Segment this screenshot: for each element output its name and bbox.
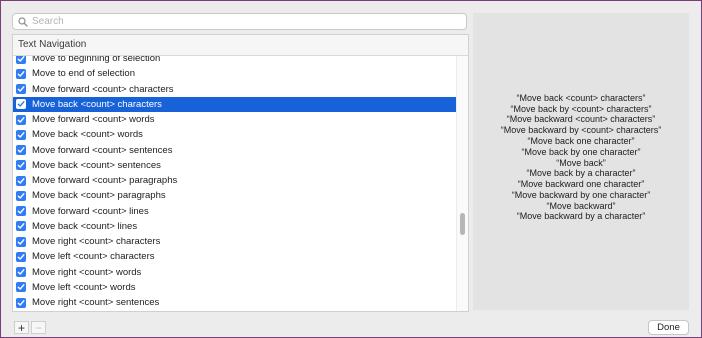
checkmark-icon bbox=[17, 70, 25, 77]
checkmark-icon bbox=[17, 269, 25, 275]
checkmark-icon bbox=[17, 131, 25, 138]
remove-command-button[interactable]: − bbox=[31, 321, 46, 334]
checkmark-icon bbox=[17, 299, 25, 306]
phrase-line: “Move back one character” bbox=[527, 135, 635, 146]
search-icon bbox=[16, 15, 30, 29]
checkmark-icon bbox=[17, 208, 25, 214]
checkmark-icon bbox=[17, 177, 25, 184]
command-checkbox[interactable] bbox=[16, 206, 26, 217]
command-row[interactable]: Move right <count> sentences bbox=[13, 295, 457, 310]
command-checkbox[interactable] bbox=[16, 267, 26, 278]
phrase-line: “Move back <count> characters” bbox=[516, 92, 646, 103]
list-scrollbar-thumb[interactable] bbox=[460, 213, 465, 235]
phrase-line: “Move back by a character” bbox=[526, 168, 636, 179]
command-label: Move to end of selection bbox=[32, 68, 135, 80]
command-checkbox[interactable] bbox=[16, 129, 26, 140]
command-row[interactable]: Move forward <count> words bbox=[13, 112, 457, 127]
command-row[interactable]: Move forward <count> paragraphs bbox=[13, 173, 457, 188]
command-row[interactable]: Move back <count> sentences bbox=[13, 158, 457, 173]
checkmark-icon bbox=[17, 162, 25, 169]
command-checkbox[interactable] bbox=[16, 175, 26, 186]
command-row[interactable]: Move right <count> words bbox=[13, 265, 457, 280]
command-checkbox[interactable] bbox=[16, 56, 26, 64]
command-checkbox[interactable] bbox=[16, 114, 26, 125]
command-label: Move right <count> words bbox=[32, 266, 142, 278]
search-input[interactable] bbox=[30, 14, 452, 29]
command-checkbox[interactable] bbox=[16, 160, 26, 171]
command-label: Move forward <count> characters bbox=[32, 83, 174, 95]
command-checkbox[interactable] bbox=[16, 297, 26, 308]
phrase-line: “Move back” bbox=[556, 157, 606, 168]
command-label: Move forward <count> sentences bbox=[32, 144, 173, 156]
checkmark-icon bbox=[17, 116, 25, 123]
command-label: Move right <count> sentences bbox=[32, 297, 160, 309]
command-row[interactable]: Move right <count> characters bbox=[13, 234, 457, 249]
command-row[interactable]: Move back <count> words bbox=[13, 127, 457, 142]
command-checkbox[interactable] bbox=[16, 221, 26, 232]
list-scrollbar[interactable] bbox=[456, 56, 468, 311]
command-label: Move back <count> sentences bbox=[32, 159, 161, 171]
phrase-line: “Move back by one character” bbox=[521, 146, 641, 157]
command-checkbox[interactable] bbox=[16, 145, 26, 156]
command-checkbox[interactable] bbox=[16, 251, 26, 262]
phrase-line: “Move backward” bbox=[546, 200, 616, 211]
checkmark-icon bbox=[17, 192, 25, 199]
command-row[interactable]: Move left <count> characters bbox=[13, 249, 457, 264]
checkmark-icon bbox=[17, 56, 25, 62]
command-row[interactable]: Move forward <count> lines bbox=[13, 204, 457, 219]
commands-rows: Move to beginning of selection Move to en… bbox=[13, 56, 457, 310]
command-label: Move forward <count> lines bbox=[32, 205, 149, 217]
checkmark-icon bbox=[17, 147, 25, 153]
command-checkbox[interactable] bbox=[16, 84, 26, 95]
checkmark-icon bbox=[17, 238, 25, 245]
done-button[interactable]: Done bbox=[648, 320, 689, 335]
add-command-button[interactable]: + bbox=[14, 321, 29, 334]
command-row[interactable]: Move forward <count> characters bbox=[13, 82, 457, 97]
command-row[interactable]: Move forward <count> sentences bbox=[13, 143, 457, 158]
command-label: Move right <count> characters bbox=[32, 236, 161, 248]
command-row[interactable]: Move to end of selection bbox=[13, 66, 457, 81]
command-checkbox[interactable] bbox=[16, 282, 26, 293]
checkmark-icon bbox=[17, 86, 25, 92]
command-label: Move to beginning of selection bbox=[32, 56, 161, 65]
phrase-line: “Move back by <count> characters” bbox=[510, 103, 652, 114]
command-row[interactable]: Move back <count> paragraphs bbox=[13, 188, 457, 203]
commands-list: Text Navigation Move to beginning of sel… bbox=[12, 34, 469, 312]
phrase-line: “Move backward by <count> characters” bbox=[500, 125, 662, 136]
checkmark-icon bbox=[17, 253, 25, 260]
command-label: Move back <count> characters bbox=[32, 98, 162, 110]
command-label: Move forward <count> words bbox=[32, 114, 155, 126]
voice-control-commands-window: Text Navigation Move to beginning of sel… bbox=[0, 0, 702, 338]
checkmark-icon bbox=[17, 223, 25, 230]
phrases-panel: “Move back <count> characters” “Move back… bbox=[473, 13, 689, 310]
command-row[interactable]: Move back <count> characters bbox=[13, 96, 457, 112]
command-checkbox[interactable] bbox=[16, 190, 26, 201]
command-label: Move left <count> characters bbox=[32, 251, 155, 263]
list-section-header: Text Navigation bbox=[13, 35, 468, 56]
phrase-line: “Move backward one character” bbox=[517, 179, 645, 190]
command-checkbox[interactable] bbox=[16, 99, 26, 110]
command-label: Move forward <count> paragraphs bbox=[32, 175, 178, 187]
search-field[interactable] bbox=[12, 13, 467, 30]
command-label: Move back <count> words bbox=[32, 129, 143, 141]
command-label: Move back <count> lines bbox=[32, 220, 138, 232]
command-row[interactable]: Move back <count> lines bbox=[13, 219, 457, 234]
command-checkbox[interactable] bbox=[16, 236, 26, 247]
command-checkbox[interactable] bbox=[16, 68, 26, 79]
command-row[interactable]: Move left <count> words bbox=[13, 280, 457, 295]
phrase-line: “Move backward by one character” bbox=[511, 189, 651, 200]
phrase-line: “Move backward <count> characters” bbox=[506, 114, 656, 125]
command-label: Move back <count> paragraphs bbox=[32, 190, 166, 202]
phrase-line: “Move backward by a character” bbox=[516, 211, 646, 222]
command-row[interactable]: Move to beginning of selection bbox=[13, 56, 457, 66]
phrases-list: “Move back <count> characters” “Move back… bbox=[501, 93, 662, 223]
commands-list-scroll[interactable]: Move to beginning of selection Move to en… bbox=[13, 56, 468, 311]
checkmark-icon bbox=[17, 284, 25, 291]
checkmark-icon bbox=[17, 101, 25, 108]
command-label: Move left <count> words bbox=[32, 281, 136, 293]
